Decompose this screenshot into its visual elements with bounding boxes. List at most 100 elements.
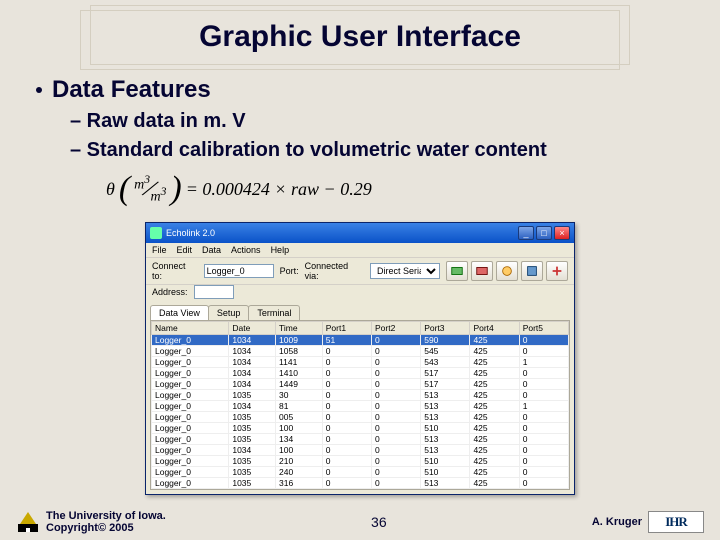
- table-cell: 1035: [229, 434, 276, 445]
- table-row[interactable]: Logger_010341449005174250: [152, 379, 569, 390]
- table-cell: 0: [322, 434, 371, 445]
- formula-expr: = 0.000424 × raw − 0.29: [186, 179, 372, 200]
- table-row[interactable]: Logger_0103410095105904250: [152, 335, 569, 346]
- data-table: NameDateTimePort1Port2Port3Port4Port5 Lo…: [151, 321, 569, 489]
- table-cell: 517: [421, 379, 470, 390]
- column-header[interactable]: Name: [152, 322, 229, 335]
- table-cell: 510: [421, 467, 470, 478]
- table-cell: 100: [276, 445, 323, 456]
- table-cell: 0: [371, 390, 420, 401]
- table-row[interactable]: Logger_010341410005174250: [152, 368, 569, 379]
- tab-terminal[interactable]: Terminal: [248, 305, 300, 320]
- table-cell: Logger_0: [152, 379, 229, 390]
- table-cell: 1034: [229, 401, 276, 412]
- column-header[interactable]: Port3: [421, 322, 470, 335]
- table-cell: 425: [470, 445, 519, 456]
- table-cell: 51: [322, 335, 371, 346]
- tab-setup[interactable]: Setup: [208, 305, 250, 320]
- menu-data[interactable]: Data: [202, 245, 221, 255]
- column-header[interactable]: Port5: [519, 322, 568, 335]
- table-cell: 1: [519, 357, 568, 368]
- table-cell: 1034: [229, 379, 276, 390]
- table-cell: 0: [322, 467, 371, 478]
- table-row[interactable]: Logger_0103481005134251: [152, 401, 569, 412]
- table-cell: 517: [421, 368, 470, 379]
- column-header[interactable]: Port2: [371, 322, 420, 335]
- table-cell: 0: [519, 368, 568, 379]
- column-header[interactable]: Date: [229, 322, 276, 335]
- menu-edit[interactable]: Edit: [177, 245, 193, 255]
- table-cell: 510: [421, 423, 470, 434]
- toolbar-icon-1[interactable]: [446, 261, 468, 281]
- table-row[interactable]: Logger_01035005005134250: [152, 412, 569, 423]
- maximize-button[interactable]: □: [536, 226, 552, 240]
- table-cell: 0: [371, 467, 420, 478]
- column-header[interactable]: Port1: [322, 322, 371, 335]
- table-cell: 0: [519, 390, 568, 401]
- titlebar[interactable]: Echolink 2.0 _ □ ×: [146, 223, 574, 243]
- table-row[interactable]: Logger_010341058005454250: [152, 346, 569, 357]
- table-cell: 0: [322, 456, 371, 467]
- tab-row: Data View Setup Terminal: [146, 302, 574, 320]
- toolbar-icon-4[interactable]: [521, 261, 543, 281]
- column-header[interactable]: Port4: [470, 322, 519, 335]
- footer-org: The University of Iowa.: [46, 510, 166, 522]
- table-cell: 425: [470, 478, 519, 489]
- table-row[interactable]: Logger_01035100005104250: [152, 423, 569, 434]
- toolbar-icon-3[interactable]: [496, 261, 518, 281]
- table-row[interactable]: Logger_01035210005104250: [152, 456, 569, 467]
- table-cell: 1058: [276, 346, 323, 357]
- table-cell: 0: [371, 423, 420, 434]
- table-cell: 513: [421, 390, 470, 401]
- menu-help[interactable]: Help: [271, 245, 290, 255]
- table-cell: 513: [421, 478, 470, 489]
- table-cell: 1035: [229, 456, 276, 467]
- table-cell: 425: [470, 423, 519, 434]
- table-row[interactable]: Logger_01034100005134250: [152, 445, 569, 456]
- table-cell: 1: [519, 401, 568, 412]
- table-cell: Logger_0: [152, 412, 229, 423]
- footer-copyright: Copyright© 2005: [46, 522, 166, 534]
- address-input[interactable]: [194, 285, 234, 299]
- table-cell: 100: [276, 423, 323, 434]
- tab-data-view[interactable]: Data View: [150, 305, 209, 320]
- table-cell: 425: [470, 467, 519, 478]
- bullet-sub-2: – Standard calibration to volumetric wat…: [70, 139, 684, 162]
- column-header[interactable]: Time: [276, 322, 323, 335]
- table-cell: 425: [470, 379, 519, 390]
- table-cell: 0: [322, 445, 371, 456]
- table-row[interactable]: Logger_01035316005134250: [152, 478, 569, 489]
- menu-file[interactable]: File: [152, 245, 167, 255]
- table-cell: 0: [371, 401, 420, 412]
- table-cell: 0: [371, 456, 420, 467]
- toolbar-icon-2[interactable]: [471, 261, 493, 281]
- table-cell: 0: [371, 335, 420, 346]
- toolbar-icon-5[interactable]: [546, 261, 568, 281]
- connect-input[interactable]: [204, 264, 274, 278]
- table-cell: 425: [470, 335, 519, 346]
- table-cell: 0: [322, 423, 371, 434]
- table-cell: 0: [371, 357, 420, 368]
- rparen: ): [170, 170, 181, 208]
- table-row[interactable]: Logger_01035240005104250: [152, 467, 569, 478]
- table-cell: Logger_0: [152, 368, 229, 379]
- table-row[interactable]: Logger_01035134005134250: [152, 434, 569, 445]
- table-cell: 0: [322, 368, 371, 379]
- table-cell: 0: [519, 478, 568, 489]
- table-cell: 81: [276, 401, 323, 412]
- table-cell: 1034: [229, 445, 276, 456]
- table-cell: 0: [322, 401, 371, 412]
- table-cell: 0: [322, 412, 371, 423]
- table-cell: 0: [371, 445, 420, 456]
- port-select[interactable]: Direct Serial: [370, 263, 440, 279]
- table-row[interactable]: Logger_010341141005434251: [152, 357, 569, 368]
- close-button[interactable]: ×: [554, 226, 570, 240]
- menu-actions[interactable]: Actions: [231, 245, 261, 255]
- equation: θ ( m3 ⁄ m3 ) = 0.000424 × raw − 0.29: [106, 170, 684, 208]
- table-cell: 240: [276, 467, 323, 478]
- minimize-button[interactable]: _: [518, 226, 534, 240]
- table-row[interactable]: Logger_0103530005134250: [152, 390, 569, 401]
- table-cell: 1009: [276, 335, 323, 346]
- table-cell: 1035: [229, 423, 276, 434]
- table-cell: 513: [421, 434, 470, 445]
